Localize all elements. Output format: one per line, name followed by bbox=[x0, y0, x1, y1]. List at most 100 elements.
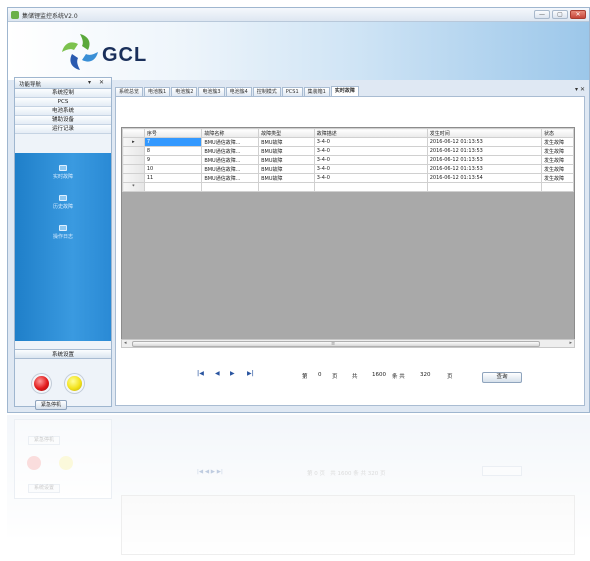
table-cell[interactable]: 发生故障 bbox=[541, 155, 574, 165]
horizontal-scrollbar[interactable]: ◂ ≡ ▸ bbox=[121, 339, 575, 348]
previous-page-button[interactable]: ◀ bbox=[215, 370, 220, 377]
table-cell[interactable]: BMU故障 bbox=[258, 137, 315, 147]
table-row[interactable]: 11 BMU通信故障... BMU故障 3-4-0 2016-06-12 01:… bbox=[122, 173, 574, 183]
reflection-pager: |◀ ◀ ▶ ▶| bbox=[197, 469, 223, 475]
window-reflection: 紧急停机 系统设置 |◀ ◀ ▶ ▶| 第 0 页 共 1600 条 共 320… bbox=[7, 415, 590, 561]
table-cell[interactable]: 3-4-0 bbox=[313, 137, 428, 147]
close-button[interactable]: ✕ bbox=[570, 10, 586, 19]
table-row[interactable]: ▸ 7 BMU通信故障... BMU故障 3-4-0 2016-06-12 01… bbox=[122, 137, 574, 147]
app-icon bbox=[11, 11, 19, 19]
column-header[interactable]: 故障类型 bbox=[258, 128, 315, 138]
column-header[interactable]: 故障描述 bbox=[313, 128, 428, 138]
nav-item-system-settings[interactable]: 系统设置 bbox=[15, 349, 111, 359]
tab-realtime-fault[interactable]: 实时故障 bbox=[330, 86, 359, 96]
tab-system-overview[interactable]: 系统总览 bbox=[115, 87, 144, 96]
submenu-label: 历史故障 bbox=[52, 204, 73, 210]
row-header-corner bbox=[122, 128, 145, 138]
table-cell[interactable]: 2016-06-12 01:13:53 bbox=[426, 164, 543, 174]
tab-battery-cluster-3[interactable]: 电池簇3 bbox=[198, 87, 225, 96]
table-cell[interactable]: BMU故障 bbox=[258, 164, 315, 174]
table-cell[interactable]: 发生故障 bbox=[541, 164, 574, 174]
maximize-button[interactable]: ▢ bbox=[552, 10, 568, 19]
table-row[interactable]: 10 BMU通信故障... BMU故障 3-4-0 2016-06-12 01:… bbox=[122, 164, 574, 174]
submenu-item-realtime-fault[interactable]: 实时故障 bbox=[15, 165, 111, 180]
table-cell[interactable]: 3-4-0 bbox=[313, 155, 428, 165]
tab-list-controls[interactable]: ▾ ✕ bbox=[575, 86, 585, 93]
tab-battery-cluster-4[interactable]: 电池簇4 bbox=[225, 87, 252, 96]
nav-item-system-control[interactable]: 系统控制 bbox=[15, 89, 111, 98]
submenu-item-operation-log[interactable]: 操作日志 bbox=[15, 225, 111, 240]
scrollbar-thumb[interactable]: ≡ bbox=[132, 341, 540, 347]
row-header[interactable] bbox=[122, 146, 145, 156]
row-header[interactable] bbox=[122, 173, 145, 183]
table-cell[interactable]: BMU通信故障... bbox=[201, 155, 260, 165]
tab-container-1[interactable]: 集装箱1 bbox=[303, 87, 330, 96]
table-cell[interactable]: 2016-06-12 01:13:53 bbox=[426, 146, 543, 156]
record-icon bbox=[59, 225, 67, 231]
column-header[interactable]: 序号 bbox=[143, 128, 203, 138]
submenu-item-history-fault[interactable]: 历史故障 bbox=[15, 195, 111, 210]
new-row-marker[interactable]: * bbox=[122, 182, 145, 192]
table-cell[interactable]: 8 bbox=[143, 146, 203, 156]
minimize-button[interactable]: — bbox=[534, 10, 550, 19]
table-cell[interactable] bbox=[541, 182, 574, 192]
column-header[interactable]: 发生时间 bbox=[426, 128, 543, 138]
column-header[interactable]: 故障名称 bbox=[201, 128, 260, 138]
table-cell[interactable] bbox=[143, 182, 203, 192]
navigation-panel-header: 功能导航 ▾ ✕ bbox=[15, 78, 111, 89]
records-suffix: 条 共 bbox=[392, 374, 405, 380]
table-row[interactable]: 8 BMU通信故障... BMU故障 3-4-0 2016-06-12 01:1… bbox=[122, 146, 574, 156]
table-row[interactable]: 9 BMU通信故障... BMU故障 3-4-0 2016-06-12 01:1… bbox=[122, 155, 574, 165]
tab-battery-cluster-1[interactable]: 电池簇1 bbox=[144, 87, 171, 96]
navigation-panel-title: 功能导航 bbox=[19, 82, 42, 88]
table-cell[interactable]: 发生故障 bbox=[541, 146, 574, 156]
table-cell[interactable] bbox=[426, 182, 543, 192]
nav-item-pcs[interactable]: PCS bbox=[15, 98, 111, 107]
nav-item-auxiliary-equipment[interactable]: 辅助设备 bbox=[15, 116, 111, 125]
tab-strip: 系统总览 电池簇1 电池簇2 电池簇3 电池簇4 控制模式 PCS1 集装箱1 … bbox=[115, 86, 585, 96]
first-page-button[interactable]: |◀ bbox=[197, 370, 204, 377]
nav-item-battery-system[interactable]: 电池系统 bbox=[15, 107, 111, 116]
scroll-left-icon[interactable]: ◂ bbox=[124, 340, 127, 346]
table-cell[interactable]: BMU通信故障... bbox=[201, 146, 260, 156]
row-header[interactable] bbox=[122, 164, 145, 174]
table-cell[interactable]: BMU通信故障... bbox=[201, 164, 260, 174]
tab-battery-cluster-2[interactable]: 电池簇2 bbox=[171, 87, 198, 96]
table-cell[interactable]: BMU通信故障... bbox=[201, 137, 260, 147]
table-cell[interactable]: 2016-06-12 01:13:53 bbox=[426, 155, 543, 165]
tab-pcs1[interactable]: PCS1 bbox=[281, 87, 303, 96]
last-page-button[interactable]: ▶| bbox=[247, 370, 254, 377]
table-cell[interactable]: 11 bbox=[143, 173, 203, 183]
table-cell[interactable]: 发生故障 bbox=[541, 137, 574, 147]
emergency-stop-button[interactable]: 紧急停机 bbox=[35, 400, 67, 410]
nav-item-operation-records[interactable]: 运行记录 bbox=[15, 125, 111, 134]
table-cell[interactable]: 3-4-0 bbox=[313, 173, 428, 183]
table-cell[interactable]: BMU故障 bbox=[258, 155, 315, 165]
scroll-right-icon[interactable]: ▸ bbox=[569, 340, 572, 346]
table-cell[interactable]: 3-4-0 bbox=[313, 146, 428, 156]
table-cell[interactable]: BMU故障 bbox=[258, 146, 315, 156]
table-cell[interactable]: 3-4-0 bbox=[313, 164, 428, 174]
table-cell[interactable]: BMU通信故障... bbox=[201, 173, 260, 183]
table-cell[interactable]: 10 bbox=[143, 164, 203, 174]
row-header[interactable] bbox=[122, 155, 145, 165]
table-cell[interactable]: BMU故障 bbox=[258, 173, 315, 183]
query-button[interactable]: 查询 bbox=[482, 372, 522, 383]
reflection-page-info: 第 0 页 共 1600 条 共 320 页 bbox=[307, 471, 386, 477]
fault-table: 序号 故障名称 故障类型 故障描述 发生时间 状态 ▸ 7 BMU通信故障...… bbox=[121, 127, 575, 348]
record-icon bbox=[59, 195, 67, 201]
current-row-marker[interactable]: ▸ bbox=[122, 137, 145, 147]
tab-control-mode[interactable]: 控制模式 bbox=[252, 87, 281, 96]
next-page-button[interactable]: ▶ bbox=[230, 370, 235, 377]
column-header[interactable]: 状态 bbox=[541, 128, 574, 138]
table-cell[interactable] bbox=[201, 182, 260, 192]
table-cell[interactable] bbox=[313, 182, 428, 192]
panel-controls[interactable]: ▾ ✕ bbox=[88, 79, 107, 86]
table-cell[interactable]: 2016-06-12 01:13:53 bbox=[426, 137, 543, 147]
table-cell[interactable]: 2016-06-12 01:13:54 bbox=[426, 173, 543, 183]
table-cell[interactable]: 7 bbox=[143, 137, 203, 147]
new-row[interactable]: * bbox=[122, 182, 574, 192]
table-cell[interactable] bbox=[258, 182, 315, 192]
table-cell[interactable]: 9 bbox=[143, 155, 203, 165]
table-cell[interactable]: 发生故障 bbox=[541, 173, 574, 183]
